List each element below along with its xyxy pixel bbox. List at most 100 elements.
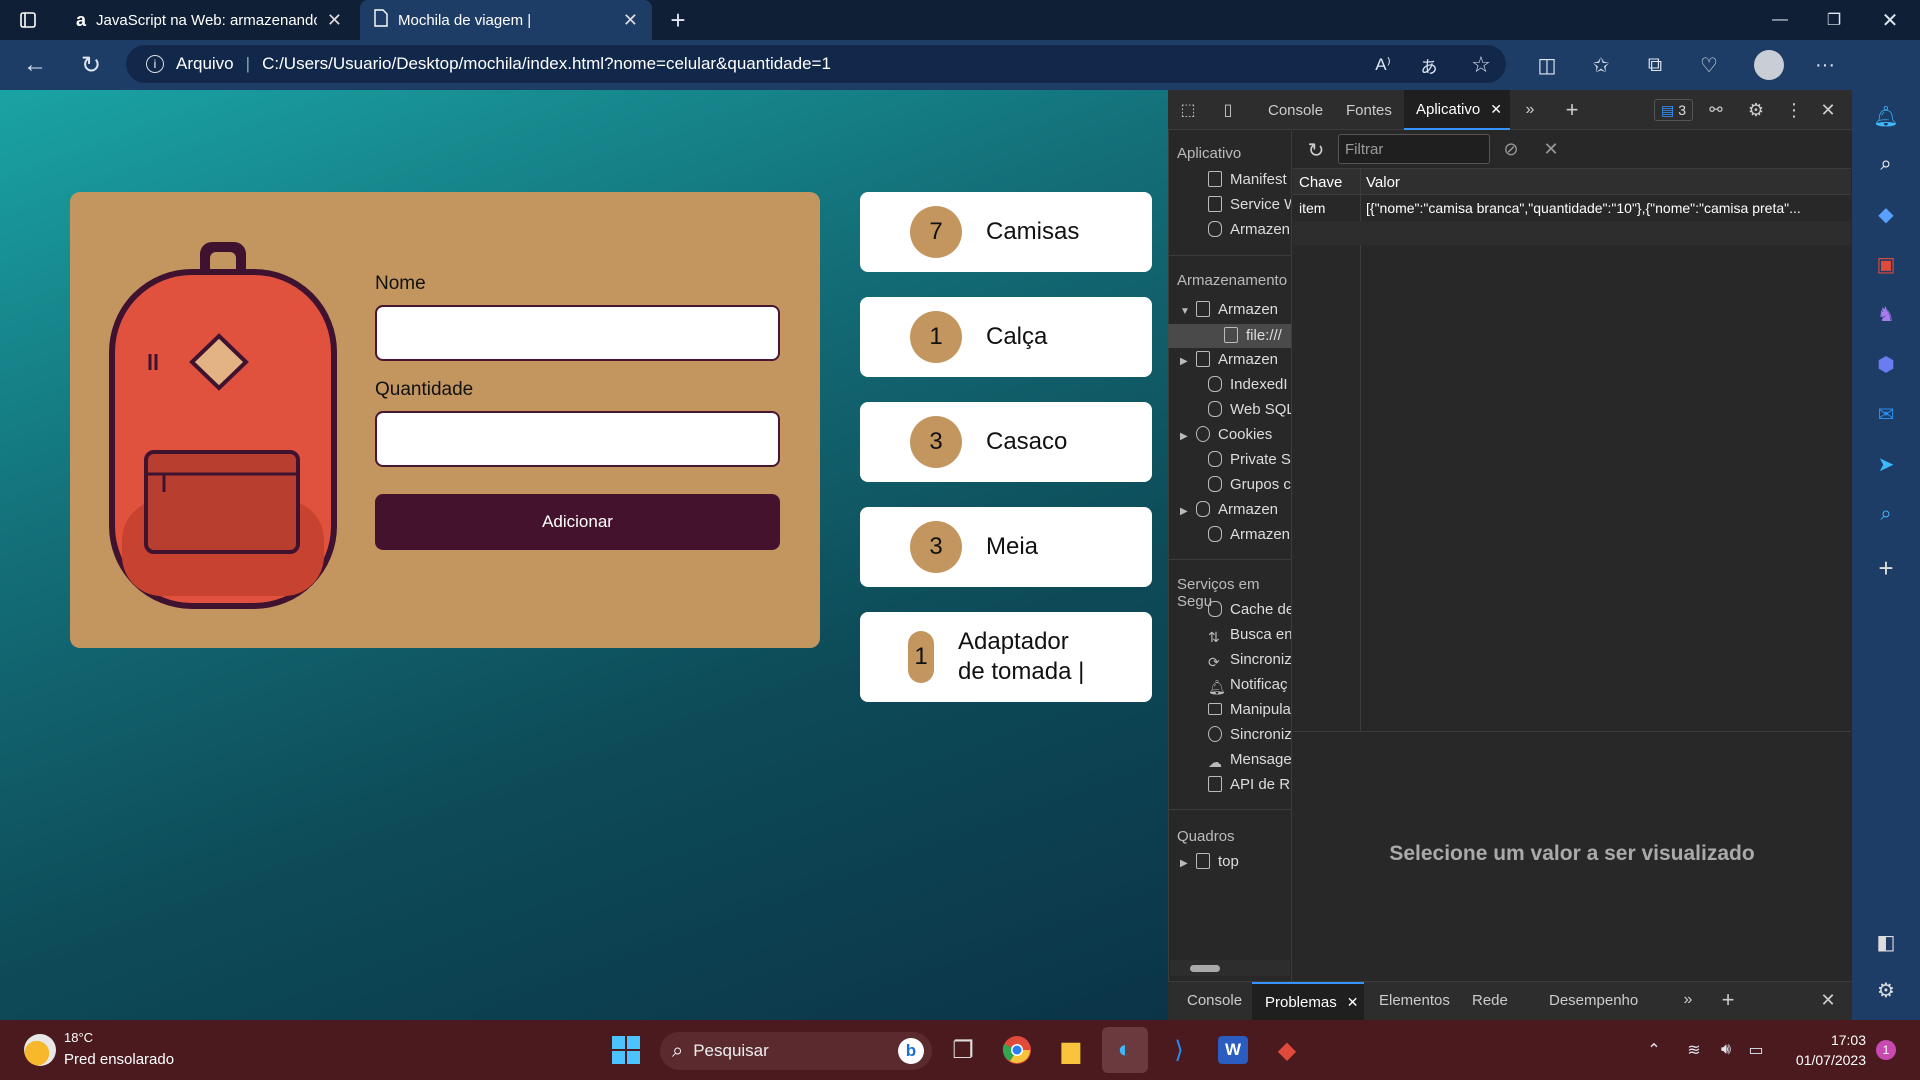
edge-browser-icon[interactable]: ◐ (1102, 1027, 1148, 1073)
restore-icon[interactable]: ❐ (1820, 6, 1848, 34)
games-icon[interactable]: ♞ (1868, 296, 1904, 332)
collapsed-arrow-icon[interactable]: ▶ (1180, 506, 1196, 517)
weather-sun-cloud-icon[interactable] (24, 1034, 56, 1066)
outlook-icon[interactable]: ✉ (1868, 396, 1904, 432)
filter-input[interactable]: Filtrar (1338, 134, 1490, 164)
file-explorer-icon[interactable]: ▆ (1048, 1027, 1094, 1073)
drop-icon[interactable]: ➤ (1868, 446, 1904, 482)
devtools-tab-console[interactable]: Console (1268, 90, 1323, 130)
sidebar-item-private-state[interactable]: Private S (1208, 451, 1291, 468)
battery-icon[interactable]: ▭ (1744, 1038, 1768, 1062)
sidebar-item-cookies[interactable]: ▶ Cookies (1180, 426, 1272, 443)
bing-search-icon[interactable]: ⌕ (1868, 496, 1904, 532)
sidebar-item-interest-groups[interactable]: Grupos c (1208, 476, 1291, 493)
sidebar-item-payment-handler[interactable]: Manipula (1208, 701, 1291, 718)
new-tab-icon[interactable]: + (664, 5, 692, 35)
sidebar-item-cache-storage[interactable]: Armazen (1208, 526, 1290, 543)
add-drawer-tool-icon[interactable]: + (1716, 987, 1740, 1012)
table-row[interactable]: item [{"nome":"camisa branca","quantidad… (1293, 196, 1851, 220)
close-devtools-icon[interactable]: ✕ (1816, 98, 1840, 122)
connected-devices-icon[interactable]: ⚯ (1704, 98, 1728, 122)
word-icon[interactable]: W (1210, 1027, 1256, 1073)
weather-temp[interactable]: 18°C (64, 1030, 93, 1045)
tab-mochila[interactable]: Mochila de viagem | ✕ (360, 0, 652, 40)
collapsed-arrow-icon[interactable]: ▶ (1180, 431, 1196, 442)
drawer-tab-performance[interactable]: Desempenho (1549, 992, 1638, 1009)
drawer-tab-elements[interactable]: Elementos (1379, 992, 1450, 1009)
git-app-icon[interactable]: ◆ (1264, 1027, 1310, 1073)
drawer-tab-network[interactable]: Rede (1472, 992, 1508, 1009)
windows-start-icon[interactable] (603, 1027, 649, 1073)
settings-gear-icon[interactable]: ⚙ (1744, 98, 1768, 122)
sidebar-horizontal-scrollbar[interactable] (1170, 960, 1290, 976)
taskbar-search[interactable]: ⌕ Pesquisar b (660, 1032, 932, 1070)
profile-avatar[interactable] (1754, 50, 1784, 80)
translate-icon[interactable]: あ (1414, 50, 1444, 80)
close-tab-icon[interactable]: ✕ (327, 10, 342, 31)
clock-date[interactable]: 01/07/2023 (1782, 1052, 1866, 1068)
devtools-menu-icon[interactable]: ⋮ (1782, 98, 1806, 122)
favorite-star-icon[interactable]: ☆ (1466, 50, 1496, 80)
browser-essentials-icon[interactable]: ♡ (1694, 50, 1724, 80)
hide-sidebar-icon[interactable]: ◧ (1868, 924, 1904, 960)
weather-desc[interactable]: Pred ensolarado (64, 1051, 174, 1068)
collapsed-arrow-icon[interactable]: ▶ (1180, 858, 1196, 869)
sidebar-item-session-storage[interactable]: ▶ Armazen (1180, 351, 1278, 368)
search-icon[interactable]: ⌕ (1868, 146, 1904, 182)
microsoft-365-icon[interactable]: ⬢ (1868, 346, 1904, 382)
tab-actions-icon[interactable] (14, 6, 42, 34)
nome-input[interactable] (375, 305, 780, 361)
task-view-icon[interactable]: ❐ (940, 1027, 986, 1073)
more-menu-icon[interactable]: ··· (1810, 50, 1840, 80)
favorites-icon[interactable]: ✩ (1586, 50, 1616, 80)
sidebar-item-web-sql[interactable]: Web SQL (1208, 401, 1291, 418)
column-key-header[interactable]: Chave (1299, 174, 1342, 191)
sidebar-item-background-sync[interactable]: ⟳ Sincroniz (1208, 651, 1291, 670)
clear-all-icon[interactable]: ⊘ (1498, 136, 1524, 162)
more-drawer-tabs-icon[interactable]: » (1676, 988, 1700, 1012)
tools-toolbox-icon[interactable]: ▣ (1868, 246, 1904, 282)
wifi-icon[interactable]: ≋ (1682, 1038, 1706, 1062)
back-icon[interactable]: ← (20, 50, 50, 80)
sidebar-item-back-forward-cache[interactable]: Cache de (1208, 601, 1291, 618)
sidebar-item-manifest[interactable]: Manifest (1208, 171, 1287, 188)
sidebar-item-notifications[interactable]: 🔔︎ Notificaç (1208, 676, 1288, 695)
issues-badge[interactable]: ▤ 3 (1654, 99, 1694, 121)
chrome-icon[interactable] (994, 1027, 1040, 1073)
sidebar-item-reporting-api[interactable]: API de R (1208, 776, 1290, 793)
notification-bell-icon[interactable]: 🔔︎ (1868, 98, 1904, 134)
url-text[interactable]: C:/Users/Usuario/Desktop/mochila/index.h… (262, 54, 831, 74)
devtools-tab-sources[interactable]: Fontes (1346, 90, 1392, 130)
sidebar-item-service-worker[interactable]: Service W (1208, 196, 1291, 213)
sidebar-item-push-messaging[interactable]: ☁ Mensage (1208, 751, 1291, 770)
sidebar-item-local-storage[interactable]: ▼ Armazen (1180, 301, 1278, 318)
sidebar-item-indexeddb[interactable]: IndexedI (1208, 376, 1288, 393)
notification-count-badge[interactable]: 1 (1876, 1040, 1896, 1060)
split-screen-icon[interactable]: ◫ (1532, 50, 1562, 80)
close-window-icon[interactable]: ✕ (1876, 6, 1904, 34)
sidebar-item-file-origin[interactable]: file:/// (1168, 324, 1291, 348)
inspect-element-icon[interactable]: ⬚ (1176, 98, 1200, 122)
tab-javascript[interactable]: a JavaScript na Web: armazenando ✕ (62, 0, 356, 40)
add-tool-icon[interactable]: + (1560, 97, 1584, 122)
collections-icon[interactable]: ⧉ (1640, 50, 1670, 80)
info-icon[interactable]: i (146, 55, 164, 73)
close-tab-icon[interactable]: ✕ (623, 10, 638, 31)
delete-selected-icon[interactable]: ✕ (1538, 136, 1564, 162)
sidebar-item-shared-storage[interactable]: ▶ Armazen (1180, 501, 1278, 518)
shopping-tag-icon[interactable]: ◆ (1868, 196, 1904, 232)
add-button[interactable]: Adicionar (375, 494, 780, 550)
close-tab-icon[interactable]: ✕ (1490, 101, 1502, 118)
devtools-tab-application[interactable]: Aplicativo ✕ (1404, 90, 1510, 130)
close-drawer-icon[interactable]: ✕ (1816, 988, 1840, 1012)
sidebar-item-periodic-sync[interactable]: Sincroniz (1208, 726, 1291, 743)
close-tab-icon[interactable]: ✕ (1347, 994, 1359, 1011)
read-aloud-icon[interactable]: A⁾ (1368, 50, 1398, 80)
sidebar-item-background-fetch[interactable]: ⇅ Busca en (1208, 626, 1291, 645)
minimize-icon[interactable]: — (1766, 6, 1794, 34)
refresh-icon[interactable]: ↻ (76, 50, 106, 80)
collapsed-arrow-icon[interactable]: ▶ (1180, 356, 1196, 367)
device-emulation-icon[interactable]: ▯ (1216, 98, 1240, 122)
sidebar-item-storage[interactable]: Armazen (1208, 221, 1290, 238)
refresh-storage-icon[interactable]: ↻ (1302, 136, 1330, 164)
